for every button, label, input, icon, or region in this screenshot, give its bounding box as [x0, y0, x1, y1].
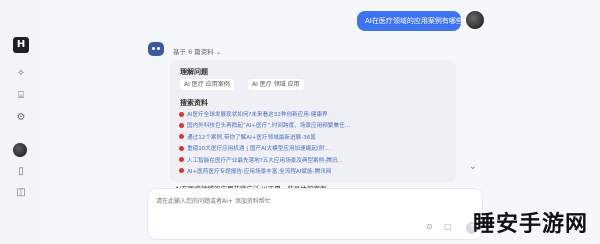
user-avatar-chat [466, 11, 484, 29]
new-chat-icon[interactable]: ✧ [15, 68, 27, 80]
share-icon[interactable]: ◫ [15, 187, 27, 199]
reference-link[interactable]: 通过12个案例,带你了解AI+医疗领域最新进展-36氪 [179, 132, 449, 142]
reference-link[interactable]: AI医疗全球发展现状如何?未来看这32种创新应用-健康界 [179, 109, 449, 119]
settings-icon[interactable]: ⚙ [15, 112, 27, 124]
source-icon [179, 134, 184, 140]
sidebar: H ✧ ⌸ ⚙ ▯ ◫ [0, 0, 40, 244]
reference-link[interactable]: 重磅10大医疗应用机遇 | 国产AI大模型应用加速崛起(附… [179, 143, 449, 153]
source-icon [179, 145, 184, 151]
watermark: 睡安手游网 [473, 212, 589, 237]
app-logo[interactable]: H [13, 37, 29, 53]
source-icon [179, 157, 184, 163]
answer-card: 理解问题 AI 医疗 应用案例 AI 医疗 领域 应用 搜索资料 AI医疗全球发… [170, 60, 456, 182]
reference-link[interactable]: 国内外科技巨头再掀起“AI+医疗”,时间跨度、场景应用频繁兼任… [179, 120, 449, 130]
reference-link[interactable]: 人工智能在医疗产业最先落地?五大应用场景及典型案例-腾讯… [179, 155, 449, 165]
user-avatar[interactable] [13, 143, 27, 157]
attach-icon[interactable]: ▢ [444, 222, 452, 231]
history-icon[interactable]: ⌸ [15, 90, 27, 102]
source-icon [179, 111, 184, 117]
query-tag: AI 医疗 应用案例 [180, 79, 234, 90]
understand-title: 理解问题 [180, 68, 208, 76]
search-title: 搜索资料 [180, 99, 208, 107]
chat-input-box: ⊙ ▢ [148, 189, 482, 239]
source-icon [179, 168, 184, 174]
reference-list: AI医疗全球发展现状如何?未来看这32种创新应用-健康界 国内外科技巨头再掀起“… [179, 109, 449, 177]
chat-input[interactable] [154, 194, 476, 214]
sources-toggle[interactable]: 基于 6 篇资料 ⌄ [173, 46, 221, 56]
query-tag: AI 医疗 领域 应用 [248, 79, 304, 90]
mobile-icon[interactable]: ▯ [15, 166, 27, 178]
scroll-down-icon[interactable]: ⌄ [466, 160, 480, 174]
user-message: AI在医疗领域的应用案例有哪些? [357, 11, 461, 31]
source-icon [179, 122, 184, 128]
bot-avatar [148, 42, 164, 56]
tool-icon[interactable]: ⊙ [426, 222, 433, 231]
reference-link[interactable]: AI+医药医疗专题报告:应用场景丰富,全流程AI赋能-腾讯网 [179, 166, 449, 176]
